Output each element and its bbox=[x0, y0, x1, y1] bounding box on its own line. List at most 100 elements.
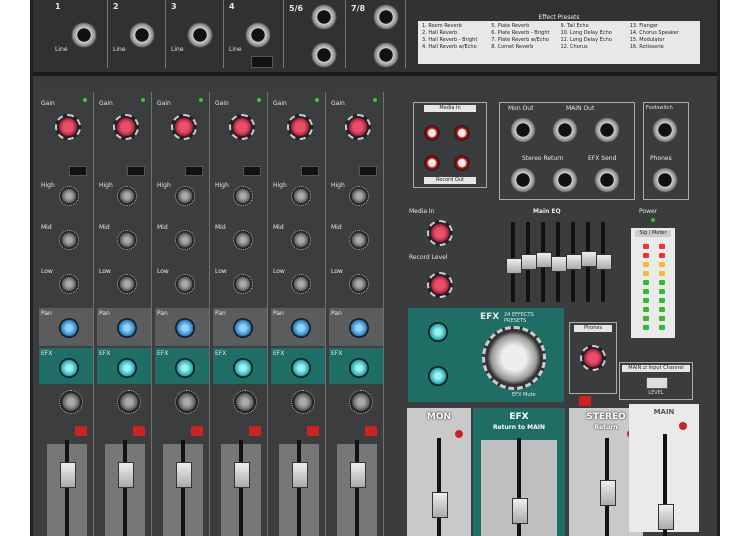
main-input-switch[interactable] bbox=[646, 377, 668, 389]
efx-to-mon-knob[interactable] bbox=[428, 366, 448, 386]
channel-fader-track[interactable] bbox=[123, 440, 127, 536]
mid-eq-knob[interactable] bbox=[233, 230, 253, 250]
eq-switch[interactable] bbox=[359, 166, 377, 176]
channel-fader-track[interactable] bbox=[181, 440, 185, 536]
channel-fader-cap[interactable] bbox=[350, 462, 366, 488]
geq-slider-cap[interactable] bbox=[581, 250, 597, 267]
efx-preset-selector[interactable] bbox=[482, 326, 546, 390]
record-out-right-rca[interactable] bbox=[454, 155, 470, 171]
mute-button[interactable] bbox=[75, 426, 87, 436]
mute-button[interactable] bbox=[307, 426, 319, 436]
high-eq-knob[interactable] bbox=[59, 186, 79, 206]
ch4-switch[interactable] bbox=[251, 56, 273, 68]
phones-level-knob[interactable] bbox=[580, 345, 606, 371]
mon-out-jack[interactable] bbox=[510, 117, 536, 143]
media-in-left-rca[interactable] bbox=[424, 125, 440, 141]
pan-knob[interactable] bbox=[175, 318, 195, 338]
channel-fader-cap[interactable] bbox=[234, 462, 250, 488]
level-knob[interactable] bbox=[59, 390, 83, 414]
stereo-return-right-jack[interactable] bbox=[552, 167, 578, 193]
efx-send-knob[interactable] bbox=[349, 358, 369, 378]
channel-fader-cap[interactable] bbox=[176, 462, 192, 488]
ch3-line-jack[interactable] bbox=[187, 22, 213, 48]
channel-fader-track[interactable] bbox=[355, 440, 359, 536]
gain-knob[interactable] bbox=[345, 114, 371, 140]
level-knob[interactable] bbox=[175, 390, 199, 414]
stereo-fader-cap[interactable] bbox=[600, 480, 616, 506]
gain-knob[interactable] bbox=[113, 114, 139, 140]
stereo-return-left-jack[interactable] bbox=[510, 167, 536, 193]
low-eq-knob[interactable] bbox=[233, 274, 253, 294]
efx-send-knob[interactable] bbox=[59, 358, 79, 378]
record-out-left-rca[interactable] bbox=[424, 155, 440, 171]
high-eq-knob[interactable] bbox=[233, 186, 253, 206]
low-eq-knob[interactable] bbox=[59, 274, 79, 294]
high-eq-knob[interactable] bbox=[175, 186, 195, 206]
channel-fader-cap[interactable] bbox=[118, 462, 134, 488]
low-eq-knob[interactable] bbox=[349, 274, 369, 294]
pan-knob[interactable] bbox=[291, 318, 311, 338]
efx-send-knob[interactable] bbox=[175, 358, 195, 378]
high-eq-knob[interactable] bbox=[349, 186, 369, 206]
high-eq-knob[interactable] bbox=[117, 186, 137, 206]
channel-fader-track[interactable] bbox=[65, 440, 69, 536]
efx-send-knob[interactable] bbox=[117, 358, 137, 378]
high-eq-knob[interactable] bbox=[291, 186, 311, 206]
footswitch-jack[interactable] bbox=[652, 117, 678, 143]
mid-eq-knob[interactable] bbox=[117, 230, 137, 250]
efx-send-knob[interactable] bbox=[428, 322, 448, 342]
channel-fader-cap[interactable] bbox=[60, 462, 76, 488]
gain-knob[interactable] bbox=[171, 114, 197, 140]
level-knob[interactable] bbox=[291, 390, 315, 414]
mon-fader-track[interactable] bbox=[437, 438, 441, 536]
eq-switch[interactable] bbox=[301, 166, 319, 176]
media-in-knob[interactable] bbox=[427, 220, 453, 246]
geq-slider-cap[interactable] bbox=[566, 254, 582, 270]
efx-send-knob[interactable] bbox=[291, 358, 311, 378]
efx-fader-cap[interactable] bbox=[512, 498, 528, 524]
mute-button[interactable] bbox=[191, 426, 203, 436]
mon-fader-cap[interactable] bbox=[432, 492, 448, 518]
phones-select-button[interactable] bbox=[579, 396, 591, 406]
ch5-line-jack[interactable] bbox=[311, 4, 337, 30]
pan-knob[interactable] bbox=[117, 318, 137, 338]
mid-eq-knob[interactable] bbox=[59, 230, 79, 250]
pan-knob[interactable] bbox=[349, 318, 369, 338]
level-knob[interactable] bbox=[117, 390, 141, 414]
channel-fader-track[interactable] bbox=[297, 440, 301, 536]
level-knob[interactable] bbox=[233, 390, 257, 414]
low-eq-knob[interactable] bbox=[175, 274, 195, 294]
media-in-right-rca[interactable] bbox=[454, 125, 470, 141]
level-knob[interactable] bbox=[349, 390, 373, 414]
mid-eq-knob[interactable] bbox=[349, 230, 369, 250]
geq-slider-cap[interactable] bbox=[506, 258, 522, 274]
geq-slider-cap[interactable] bbox=[551, 255, 567, 272]
mute-button[interactable] bbox=[249, 426, 261, 436]
channel-fader-track[interactable] bbox=[239, 440, 243, 536]
eq-switch[interactable] bbox=[243, 166, 261, 176]
main-out-right-jack[interactable] bbox=[594, 117, 620, 143]
efx-send-jack[interactable] bbox=[594, 167, 620, 193]
eq-switch[interactable] bbox=[69, 166, 87, 176]
ch7-line-jack[interactable] bbox=[373, 4, 399, 30]
low-eq-knob[interactable] bbox=[291, 274, 311, 294]
geq-slider-cap[interactable] bbox=[521, 254, 537, 270]
gain-knob[interactable] bbox=[287, 114, 313, 140]
main-out-left-jack[interactable] bbox=[552, 117, 578, 143]
record-level-knob[interactable] bbox=[427, 272, 453, 298]
mid-eq-knob[interactable] bbox=[175, 230, 195, 250]
geq-slider-cap[interactable] bbox=[536, 252, 552, 269]
ch2-line-jack[interactable] bbox=[129, 22, 155, 48]
phones-jack[interactable] bbox=[652, 167, 678, 193]
mid-eq-knob[interactable] bbox=[291, 230, 311, 250]
gain-knob[interactable] bbox=[55, 114, 81, 140]
main-fader-cap[interactable] bbox=[658, 504, 674, 530]
ch1-line-jack[interactable] bbox=[71, 22, 97, 48]
low-eq-knob[interactable] bbox=[117, 274, 137, 294]
gain-knob[interactable] bbox=[229, 114, 255, 140]
mute-button[interactable] bbox=[133, 426, 145, 436]
pan-knob[interactable] bbox=[233, 318, 253, 338]
eq-switch[interactable] bbox=[185, 166, 203, 176]
ch4-line-jack[interactable] bbox=[245, 22, 271, 48]
geq-slider-cap[interactable] bbox=[596, 254, 612, 270]
